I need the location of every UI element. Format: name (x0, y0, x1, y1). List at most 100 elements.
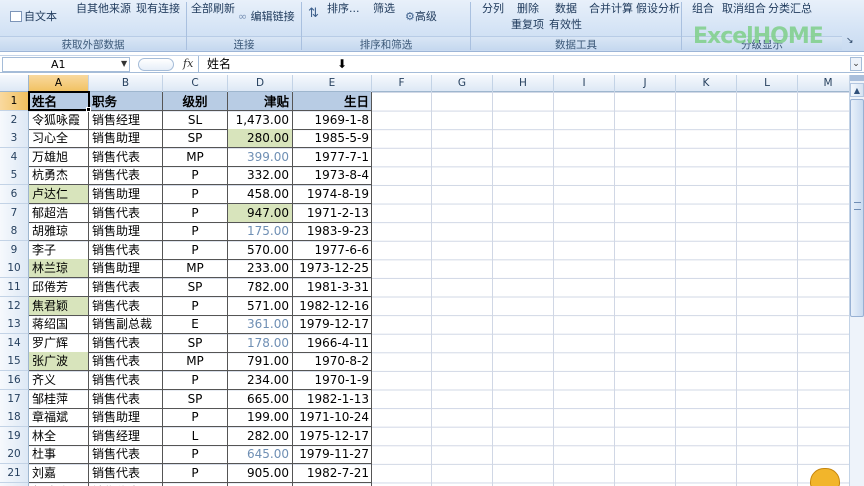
cell-name[interactable]: 令狐咏霞 (29, 111, 89, 130)
cell-birthday[interactable]: 1983-9-23 (293, 222, 372, 241)
cell-allowance[interactable]: 175.00 (228, 222, 293, 241)
row-header[interactable]: 18 (0, 408, 29, 427)
cell-birthday[interactable]: 1966-4-11 (293, 334, 372, 353)
cell-grade[interactable]: SP (163, 278, 228, 297)
formula-bar-resize-handle[interactable] (138, 58, 174, 71)
cell-role[interactable]: 销售副总裁 (89, 315, 163, 334)
cell-grade[interactable]: P (163, 185, 228, 204)
cell-name[interactable]: 林全 (29, 427, 89, 446)
column-header-i[interactable]: I (554, 75, 615, 92)
cell-birthday[interactable]: 1982-7-21 (293, 464, 372, 483)
cell-birthday[interactable]: 1971-2-13 (293, 204, 372, 223)
cell-birthday[interactable]: 1970-1-9 (293, 371, 372, 390)
cell-role[interactable]: 销售助理 (89, 408, 163, 427)
cell-grade[interactable]: MP (163, 148, 228, 167)
cell-allowance[interactable]: 233.00 (228, 259, 293, 278)
cell-birthday[interactable]: 1977-6-6 (293, 241, 372, 260)
cell-allowance[interactable]: 199.00 (228, 408, 293, 427)
cell-grade[interactable]: L (163, 427, 228, 446)
cell-grade[interactable]: P (163, 222, 228, 241)
cell-allowance[interactable]: 905.00 (228, 464, 293, 483)
split-box[interactable] (850, 75, 864, 81)
cell-allowance[interactable]: 782.00 (228, 278, 293, 297)
cell-role[interactable]: 销售代表 (89, 464, 163, 483)
column-header-b[interactable]: B (89, 75, 163, 92)
row-header[interactable]: 14 (0, 334, 29, 353)
column-header-c[interactable]: C (163, 75, 228, 92)
cell-birthday[interactable]: 1981-3-31 (293, 278, 372, 297)
cell-role[interactable]: 销售助理 (89, 129, 163, 148)
sort-az-icon[interactable]: ⇅ (308, 6, 319, 21)
consolidate-button[interactable]: 合并计算 (589, 0, 633, 16)
cell-name[interactable]: 杭勇杰 (29, 166, 89, 185)
cell-role[interactable]: 销售经理 (89, 427, 163, 446)
cell-birthday[interactable]: 1971-10-24 (293, 408, 372, 427)
header-cell-allowance[interactable]: 津贴 (228, 92, 293, 111)
cell-name[interactable]: 邹桂萍 (29, 390, 89, 409)
cell-name[interactable]: 罗广辉 (29, 334, 89, 353)
row-header[interactable]: 16 (0, 371, 29, 390)
ungroup-button[interactable]: 取消组合 (722, 0, 766, 16)
cell-role[interactable]: 销售代表 (89, 297, 163, 316)
header-cell-name[interactable]: 姓名 (29, 92, 89, 111)
cell-role[interactable]: 销售代表 (89, 204, 163, 223)
row-header[interactable]: 15 (0, 352, 29, 371)
cell-allowance[interactable]: 571.00 (228, 297, 293, 316)
column-header-a[interactable]: A (29, 75, 89, 92)
other-sources-button[interactable]: 自其他来源 (76, 0, 131, 16)
cell-name[interactable]: 万雄旭 (29, 148, 89, 167)
row-header[interactable]: 12 (0, 297, 29, 316)
name-box[interactable]: A1 (2, 57, 130, 72)
header-cell-role[interactable]: 职务 (89, 92, 163, 111)
column-header-d[interactable]: D (228, 75, 293, 92)
scroll-thumb[interactable] (850, 99, 864, 317)
cell-allowance[interactable]: 570.00 (228, 241, 293, 260)
cell-allowance[interactable]: 665.00 (228, 390, 293, 409)
cell-name[interactable]: 邱倦芳 (29, 278, 89, 297)
cell-allowance[interactable]: 178.00 (228, 334, 293, 353)
row-header[interactable]: 6 (0, 185, 29, 204)
cell-allowance[interactable]: 282.00 (228, 427, 293, 446)
formula-input[interactable]: 姓名 (207, 57, 231, 72)
row-header[interactable]: 2 (0, 111, 29, 130)
what-if-analysis-button[interactable]: 假设分析 (636, 0, 680, 16)
cell-role[interactable]: 销售代表 (89, 334, 163, 353)
cell-name[interactable]: 刘嘉 (29, 464, 89, 483)
cell-allowance[interactable]: 234.00 (228, 371, 293, 390)
cell-allowance[interactable]: 361.00 (228, 315, 293, 334)
scroll-up-icon[interactable]: ▲ (850, 83, 864, 97)
name-box-dropdown-icon[interactable]: ▼ (121, 59, 127, 68)
row-header[interactable]: 20 (0, 445, 29, 464)
cell-grade[interactable]: P (163, 241, 228, 260)
cell-name[interactable]: 张广波 (29, 352, 89, 371)
vertical-scrollbar[interactable]: ▲ (849, 75, 864, 486)
row-header[interactable]: 5 (0, 166, 29, 185)
cell-name[interactable]: 习心全 (29, 129, 89, 148)
remove-duplicates-button[interactable]: 删除 重复项 (511, 0, 544, 32)
dialog-launcher-icon[interactable]: ↘ (846, 36, 854, 46)
row-header[interactable]: 17 (0, 390, 29, 409)
cell-role[interactable]: 销售代表 (89, 390, 163, 409)
column-header-k[interactable]: K (676, 75, 737, 92)
cell-name[interactable]: 蒋绍国 (29, 315, 89, 334)
worksheet-grid[interactable]: 姓名 职务 级别 津贴 生日 令狐咏霞 销售经理 SL 1,473.00 1969-1-8 习心全销… (29, 92, 849, 486)
cell-name[interactable]: 李子 (29, 241, 89, 260)
cell-grade[interactable]: SL (163, 111, 228, 130)
cell-birthday[interactable]: 1979-12-17 (293, 315, 372, 334)
cell-allowance[interactable]: 791.00 (228, 352, 293, 371)
advanced-filter-button[interactable]: ⚙高级 (405, 8, 437, 24)
row-header[interactable]: 1 (0, 92, 29, 111)
cell-name[interactable]: 齐义 (29, 371, 89, 390)
cell-name[interactable]: 杜事 (29, 445, 89, 464)
cell-allowance[interactable]: 332.00 (228, 166, 293, 185)
insert-function-icon[interactable]: fx (183, 57, 193, 70)
cell-grade[interactable]: P (163, 445, 228, 464)
cell-allowance[interactable]: 280.00 (228, 129, 293, 148)
row-header[interactable]: 10 (0, 259, 29, 278)
cell-birthday[interactable]: 1982-12-16 (293, 297, 372, 316)
cell-grade[interactable]: P (163, 408, 228, 427)
cell-grade[interactable]: E (163, 315, 228, 334)
row-header[interactable]: 7 (0, 204, 29, 223)
cell-allowance[interactable]: 947.00 (228, 204, 293, 223)
group-button[interactable]: 组合 (692, 0, 714, 16)
